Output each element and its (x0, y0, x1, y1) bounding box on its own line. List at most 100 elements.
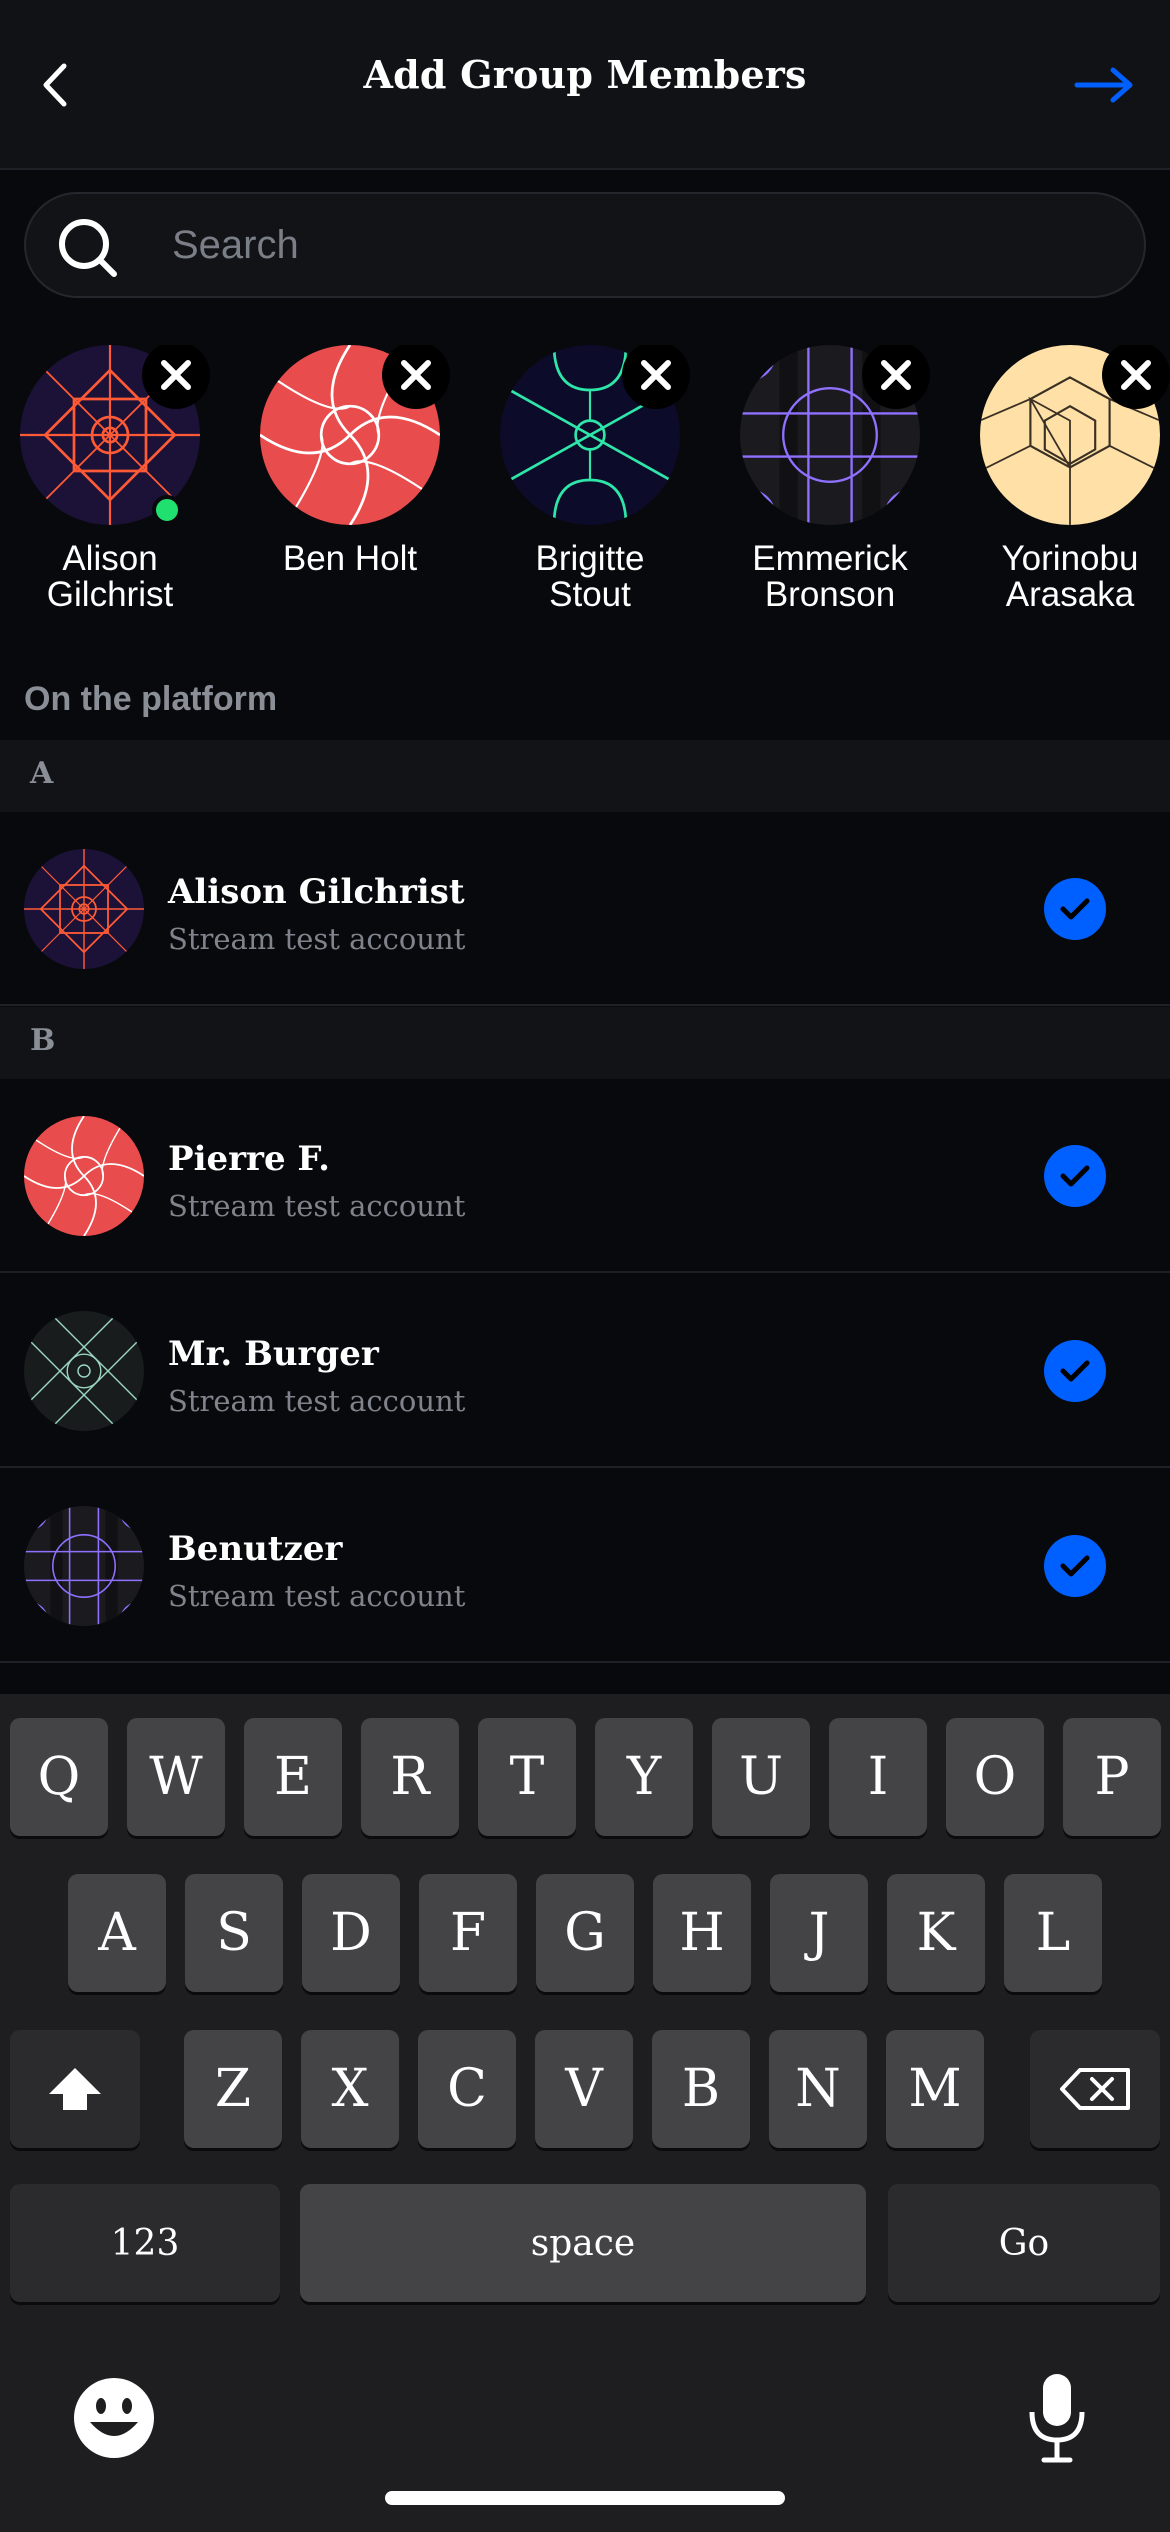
selected-member-name: Yorinobu Arasaka (1001, 539, 1139, 614)
key-e[interactable]: E (244, 1718, 342, 1836)
key-r[interactable]: R (361, 1718, 459, 1836)
user-subtitle: Stream test account (168, 1579, 466, 1613)
checkmark-icon (1060, 1555, 1090, 1577)
emoji-icon[interactable] (72, 2376, 156, 2460)
user-name: Alison Gilchrist (168, 872, 465, 912)
user-subtitle: Stream test account (168, 1189, 466, 1223)
selected-member-name: Brigitte Stout (535, 539, 645, 614)
home-indicator[interactable] (385, 2491, 785, 2505)
checkmark-icon (1060, 1165, 1090, 1187)
page-title: Add Group Members (363, 52, 807, 97)
selected-member[interactable]: Emmerick Bronson (730, 345, 930, 613)
selected-member-avatar (500, 345, 690, 525)
key-i[interactable]: I (829, 1718, 927, 1836)
key-c[interactable]: C (418, 2030, 516, 2148)
selected-member[interactable]: Brigitte Stout (490, 345, 690, 613)
user-row[interactable]: Alison Gilchrist Stream test account (0, 812, 1170, 1006)
close-icon (161, 360, 191, 390)
selected-member-name: Ben Holt (282, 539, 418, 578)
section-label: On the platform (24, 680, 278, 718)
key-a[interactable]: A (68, 1874, 166, 1992)
search-bar[interactable] (24, 192, 1146, 298)
backspace-icon (1060, 2068, 1130, 2110)
selected-checkmark[interactable] (1044, 878, 1106, 940)
key-v[interactable]: V (535, 2030, 633, 2148)
selected-member-avatar (20, 345, 210, 525)
selected-checkmark[interactable] (1044, 1340, 1106, 1402)
user-row[interactable]: Mr. Burger Stream test account (0, 1274, 1170, 1468)
key-d[interactable]: D (302, 1874, 400, 1992)
selected-member[interactable]: Ben Holt (250, 345, 450, 577)
key-m[interactable]: M (886, 2030, 984, 2148)
close-icon (641, 360, 671, 390)
key-p[interactable]: P (1063, 1718, 1161, 1836)
key-f[interactable]: F (419, 1874, 517, 1992)
user-subtitle: Stream test account (168, 1384, 466, 1418)
selected-member-avatar (980, 345, 1170, 525)
key-z[interactable]: Z (184, 2030, 282, 2148)
key-l[interactable]: L (1004, 1874, 1102, 1992)
section-letter: B (30, 1023, 56, 1058)
key-h[interactable]: H (653, 1874, 751, 1992)
avatar (24, 1311, 144, 1431)
key-y[interactable]: Y (595, 1718, 693, 1836)
microphone-icon[interactable] (1026, 2370, 1088, 2466)
shift-icon (49, 2068, 101, 2110)
remove-member-button[interactable] (862, 345, 930, 409)
checkmark-icon (1060, 898, 1090, 920)
arrow-right-icon (1074, 67, 1133, 103)
key-w[interactable]: W (127, 1718, 225, 1836)
key-o[interactable]: O (946, 1718, 1044, 1836)
avatar (24, 1506, 144, 1626)
close-icon (401, 360, 431, 390)
selected-checkmark[interactable] (1044, 1535, 1106, 1597)
online-indicator (152, 495, 182, 525)
remove-member-button[interactable] (382, 345, 450, 409)
key-j[interactable]: J (770, 1874, 868, 1992)
section-header-a: A (0, 740, 1170, 812)
user-row[interactable]: Benutzer Stream test account (0, 1469, 1170, 1663)
key-q[interactable]: Q (10, 1718, 108, 1836)
space-key[interactable]: space (300, 2184, 866, 2302)
go-key[interactable]: Go (888, 2184, 1160, 2302)
selected-members-list: Alison Gilchrist Ben Holt Brigitte Stout… (0, 345, 1170, 635)
key-b[interactable]: B (652, 2030, 750, 2148)
close-icon (1121, 360, 1151, 390)
remove-member-button[interactable] (1102, 345, 1170, 409)
selected-member-name: Alison Gilchrist (46, 539, 174, 614)
key-u[interactable]: U (712, 1718, 810, 1836)
next-button[interactable] (1070, 50, 1140, 120)
search-input[interactable] (172, 194, 1072, 296)
numbers-key[interactable]: 123 (10, 2184, 280, 2302)
remove-member-button[interactable] (622, 345, 690, 409)
key-g[interactable]: G (536, 1874, 634, 1992)
header: Add Group Members (0, 0, 1170, 170)
avatar (24, 849, 144, 969)
user-name: Pierre F. (168, 1139, 330, 1179)
selected-member[interactable]: Alison Gilchrist (10, 345, 210, 613)
section-header-b: B (0, 1007, 1170, 1079)
checkmark-icon (1060, 1360, 1090, 1382)
section-letter: A (30, 756, 54, 791)
selected-member-avatar (740, 345, 930, 525)
key-n[interactable]: N (769, 2030, 867, 2148)
selected-member[interactable]: Yorinobu Arasaka (970, 345, 1170, 613)
shift-key[interactable] (10, 2030, 140, 2148)
close-icon (881, 360, 911, 390)
key-t[interactable]: T (478, 1718, 576, 1836)
key-s[interactable]: S (185, 1874, 283, 1992)
backspace-key[interactable] (1030, 2030, 1160, 2148)
keyboard: Q W E R T Y U I O P A S D F G H J K L Z X C V B N M 123 space Go (0, 1694, 1170, 2532)
avatar (24, 1116, 144, 1236)
user-row[interactable]: Pierre F. Stream test account (0, 1079, 1170, 1273)
user-subtitle: Stream test account (168, 922, 466, 956)
selected-member-name: Emmerick Bronson (752, 539, 908, 614)
search-icon (59, 219, 117, 277)
user-name: Mr. Burger (168, 1334, 379, 1374)
user-name: Benutzer (168, 1529, 343, 1569)
key-k[interactable]: K (887, 1874, 985, 1992)
remove-member-button[interactable] (142, 345, 210, 409)
selected-member-avatar (260, 345, 450, 525)
key-x[interactable]: X (301, 2030, 399, 2148)
selected-checkmark[interactable] (1044, 1145, 1106, 1207)
